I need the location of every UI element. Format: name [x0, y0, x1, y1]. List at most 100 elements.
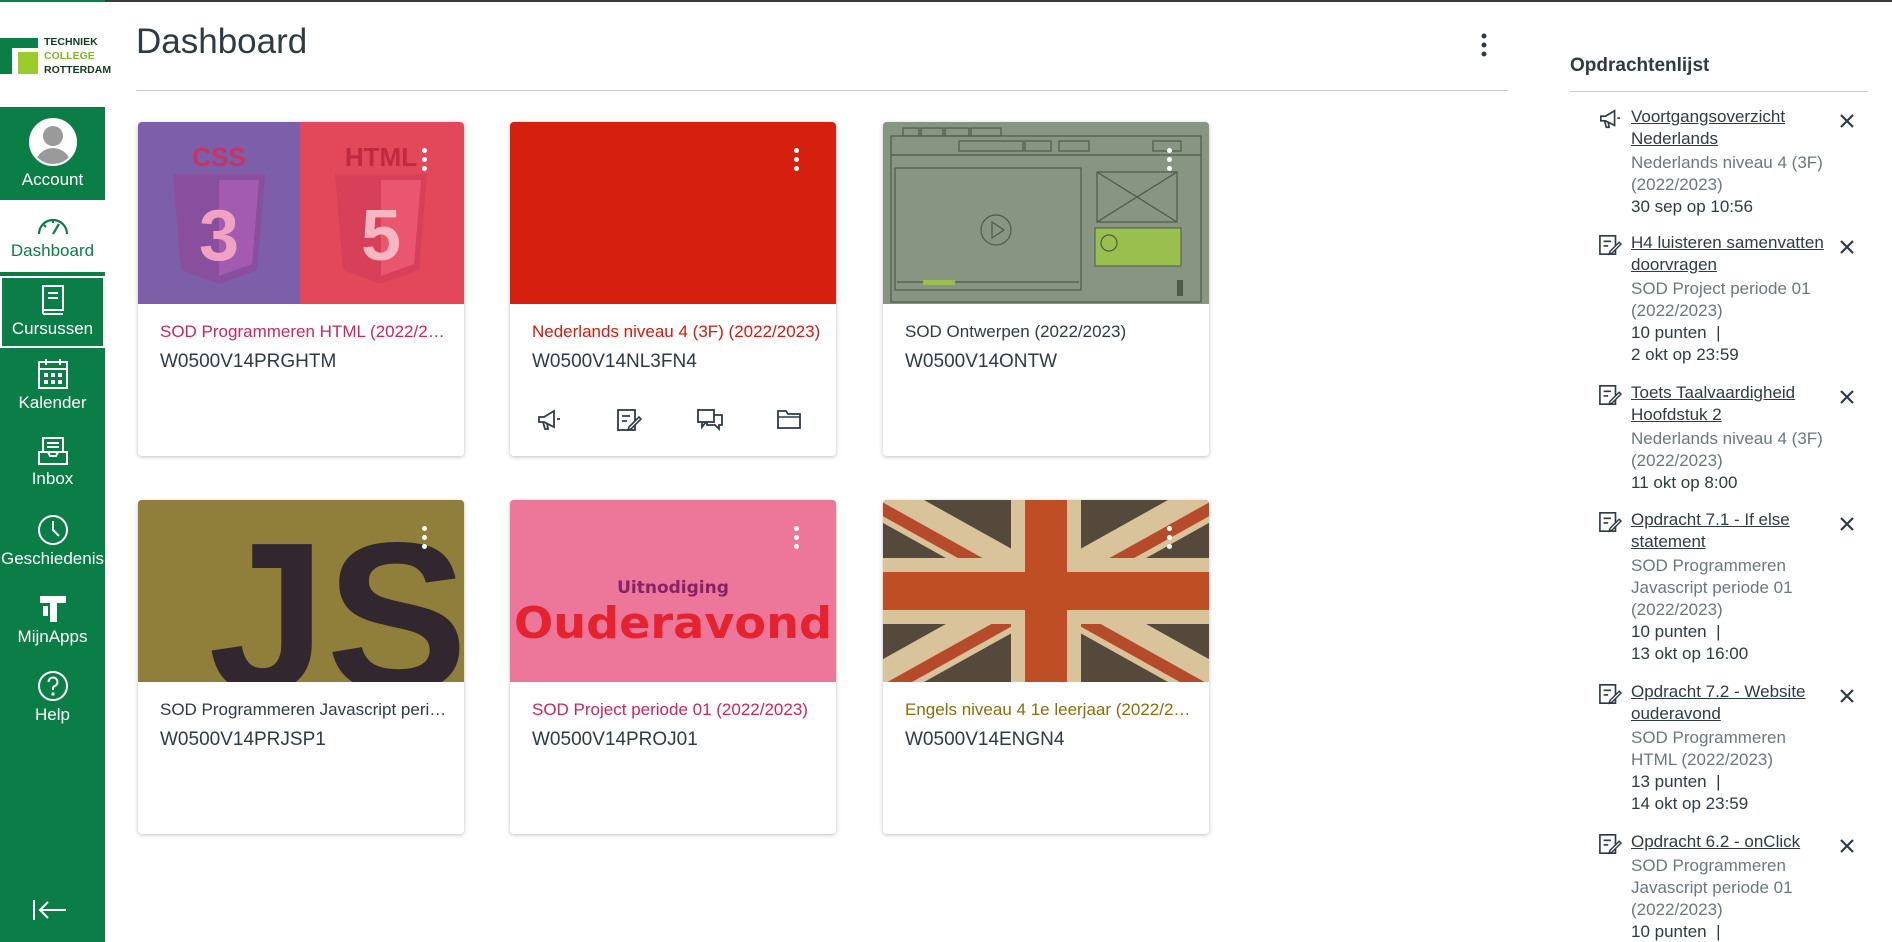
todo-item-due: 13 okt op 16:00 [1631, 644, 1749, 663]
card-options-button[interactable] [418, 526, 430, 554]
course-card-hero[interactable] [510, 122, 836, 304]
folder-icon [777, 410, 801, 429]
course-card-name[interactable]: SOD Project periode 01 (2022/2023) [532, 700, 822, 720]
assignment-icon [1599, 512, 1622, 533]
course-card-hero[interactable] [883, 500, 1209, 682]
union-jack-image [883, 500, 1209, 682]
todo-item-due: 14 okt op 23:59 [1631, 794, 1749, 813]
nav-help[interactable]: Help [0, 670, 105, 736]
todo-item-link[interactable]: Voortgangsoverzicht Nederlands [1631, 106, 1836, 150]
todo-item-due: 2 okt op 23:59 [1631, 345, 1739, 364]
nav-dashboard[interactable]: Dashboard [0, 200, 105, 272]
course-card-name[interactable]: SOD Programmeren HTML (2022/2023) [160, 322, 450, 342]
book-icon [41, 285, 64, 315]
discussions-button[interactable] [696, 408, 724, 437]
todo-item-link[interactable]: Opdracht 6.2 - onClick [1631, 831, 1836, 853]
todo-item: H4 luisteren samenvatten doorvragen SOD … [1598, 232, 1888, 368]
nav-account[interactable]: Account [0, 108, 105, 198]
nav-history-label: Geschiedenis [0, 549, 104, 568]
assignment-icon [1599, 235, 1622, 256]
page-title: Dashboard [136, 22, 308, 61]
assignments-button[interactable] [616, 408, 643, 437]
dashboard-options-button[interactable] [1478, 32, 1490, 58]
files-button[interactable] [776, 408, 802, 435]
dismiss-icon[interactable] [1840, 114, 1854, 128]
todo-item-link[interactable]: H4 luisteren samenvatten doorvragen [1631, 232, 1836, 276]
svg-text:Ouderavond: Ouderavond [514, 598, 832, 649]
inbox-icon [37, 437, 68, 465]
ouderavond-image: Uitnodiging Ouderavond [510, 500, 836, 682]
dashboard-icon [37, 218, 68, 235]
course-card-code: W0500V14PRJSP1 [160, 729, 326, 750]
svg-text:5: 5 [361, 196, 401, 276]
course-card-name[interactable]: Nederlands niveau 4 (3F) (2022/2023) [532, 322, 822, 342]
course-card-code: W0500V14ENGN4 [905, 729, 1065, 750]
course-card-code: W0500V14NL3FN4 [532, 351, 697, 372]
assignment-icon [1599, 834, 1622, 855]
school-logo[interactable]: TECHNIEK COLLEGE ROTTERDAM [0, 2, 111, 107]
card-actions [536, 408, 826, 438]
nav-dashboard-label: Dashboard [10, 241, 95, 260]
course-card-name[interactable]: SOD Ontwerpen (2022/2023) [905, 322, 1195, 342]
todo-item-points: 13 punten | [1631, 772, 1721, 791]
help-icon [37, 671, 68, 701]
nav-history[interactable]: Geschiedenis [0, 514, 105, 580]
todo-item-link[interactable]: Opdracht 7.1 - If else statement [1631, 509, 1836, 553]
announcement-icon [1600, 109, 1621, 129]
course-card[interactable]: SOD Ontwerpen (2022/2023) W0500V14ONTW [883, 122, 1209, 456]
todo-item: Opdracht 7.1 - If else statement SOD Pro… [1598, 509, 1888, 667]
course-card-hero[interactable]: CSS 3 HTML 5 [138, 122, 464, 304]
todo-item: Opdracht 7.2 - Website ouderavond SOD Pr… [1598, 681, 1888, 817]
announcements-button[interactable] [536, 408, 562, 437]
course-card-hero[interactable]: JS [138, 500, 464, 682]
todo-item-due: 11 okt op 8:00 [1631, 473, 1738, 492]
svg-text:3: 3 [199, 196, 239, 276]
nav-calendar[interactable]: Kalender [0, 358, 105, 424]
card-options-button[interactable] [790, 526, 802, 554]
nav-courses[interactable]: Cursussen [0, 276, 105, 348]
nav-courses-label: Cursussen [11, 319, 94, 338]
todo-item-link[interactable]: Toets Taalvaardigheid Hoofdstuk 2 [1631, 382, 1836, 426]
course-card-code: W0500V14PROJ01 [532, 729, 698, 750]
card-options-button[interactable] [418, 148, 430, 176]
svg-text:CSS: CSS [192, 142, 245, 172]
avatar [28, 118, 77, 166]
dismiss-icon[interactable] [1840, 390, 1854, 404]
logo-text: TECHNIEK COLLEGE ROTTERDAM [44, 36, 112, 76]
collapse-nav-icon[interactable] [32, 898, 68, 922]
card-options-button[interactable] [1163, 526, 1175, 554]
card-options-button[interactable] [790, 148, 802, 176]
course-card-code: W0500V14PRGHTM [160, 351, 337, 372]
dismiss-icon[interactable] [1840, 839, 1854, 853]
dismiss-icon[interactable] [1840, 240, 1854, 254]
nav-inbox[interactable]: Inbox [0, 436, 105, 502]
dismiss-icon[interactable] [1840, 517, 1854, 531]
course-card[interactable]: CSS 3 HTML 5 SOD Programmeren HTML (2022… [138, 122, 464, 456]
course-card-hero[interactable]: Uitnodiging Ouderavond [510, 500, 836, 682]
todo-divider [1570, 91, 1868, 92]
todo-item-course: SOD Project periode 01 (2022/2023) [1631, 279, 1811, 320]
nav-account-label: Account [21, 170, 84, 189]
course-card-name[interactable]: SOD Programmeren Javascript periode 01 (… [160, 700, 450, 720]
course-card-hero[interactable] [883, 122, 1209, 304]
todo-item-link[interactable]: Opdracht 7.2 - Website ouderavond [1631, 681, 1836, 725]
javascript-image: JS [138, 500, 464, 682]
course-card[interactable]: Engels niveau 4 1e leerjaar (2022/2023) … [883, 500, 1209, 834]
todo-item-course: SOD Programmeren HTML (2022/2023) [1631, 728, 1786, 769]
nav-apps[interactable]: MijnApps [0, 592, 105, 658]
course-card-code: W0500V14ONTW [905, 351, 1058, 372]
clock-icon [37, 515, 68, 545]
svg-text:Uitnodiging: Uitnodiging [617, 578, 729, 598]
nav-inbox-label: Inbox [31, 469, 74, 488]
header-divider [136, 90, 1508, 91]
card-options-button[interactable] [1163, 148, 1175, 176]
course-card[interactable]: Nederlands niveau 4 (3F) (2022/2023) W05… [510, 122, 836, 456]
dismiss-icon[interactable] [1840, 689, 1854, 703]
course-card-name[interactable]: Engels niveau 4 1e leerjaar (2022/2023) [905, 700, 1195, 720]
course-card[interactable]: JS SOD Programmeren Javascript periode 0… [138, 500, 464, 834]
course-card[interactable]: Uitnodiging Ouderavond SOD Project perio… [510, 500, 836, 834]
todo-list-title: Opdrachtenlijst [1570, 55, 1710, 76]
assignment-icon [617, 409, 643, 432]
apps-logo-icon [39, 596, 66, 622]
todo-item-course: SOD Programmeren Javascript periode 01 (… [1631, 556, 1793, 619]
